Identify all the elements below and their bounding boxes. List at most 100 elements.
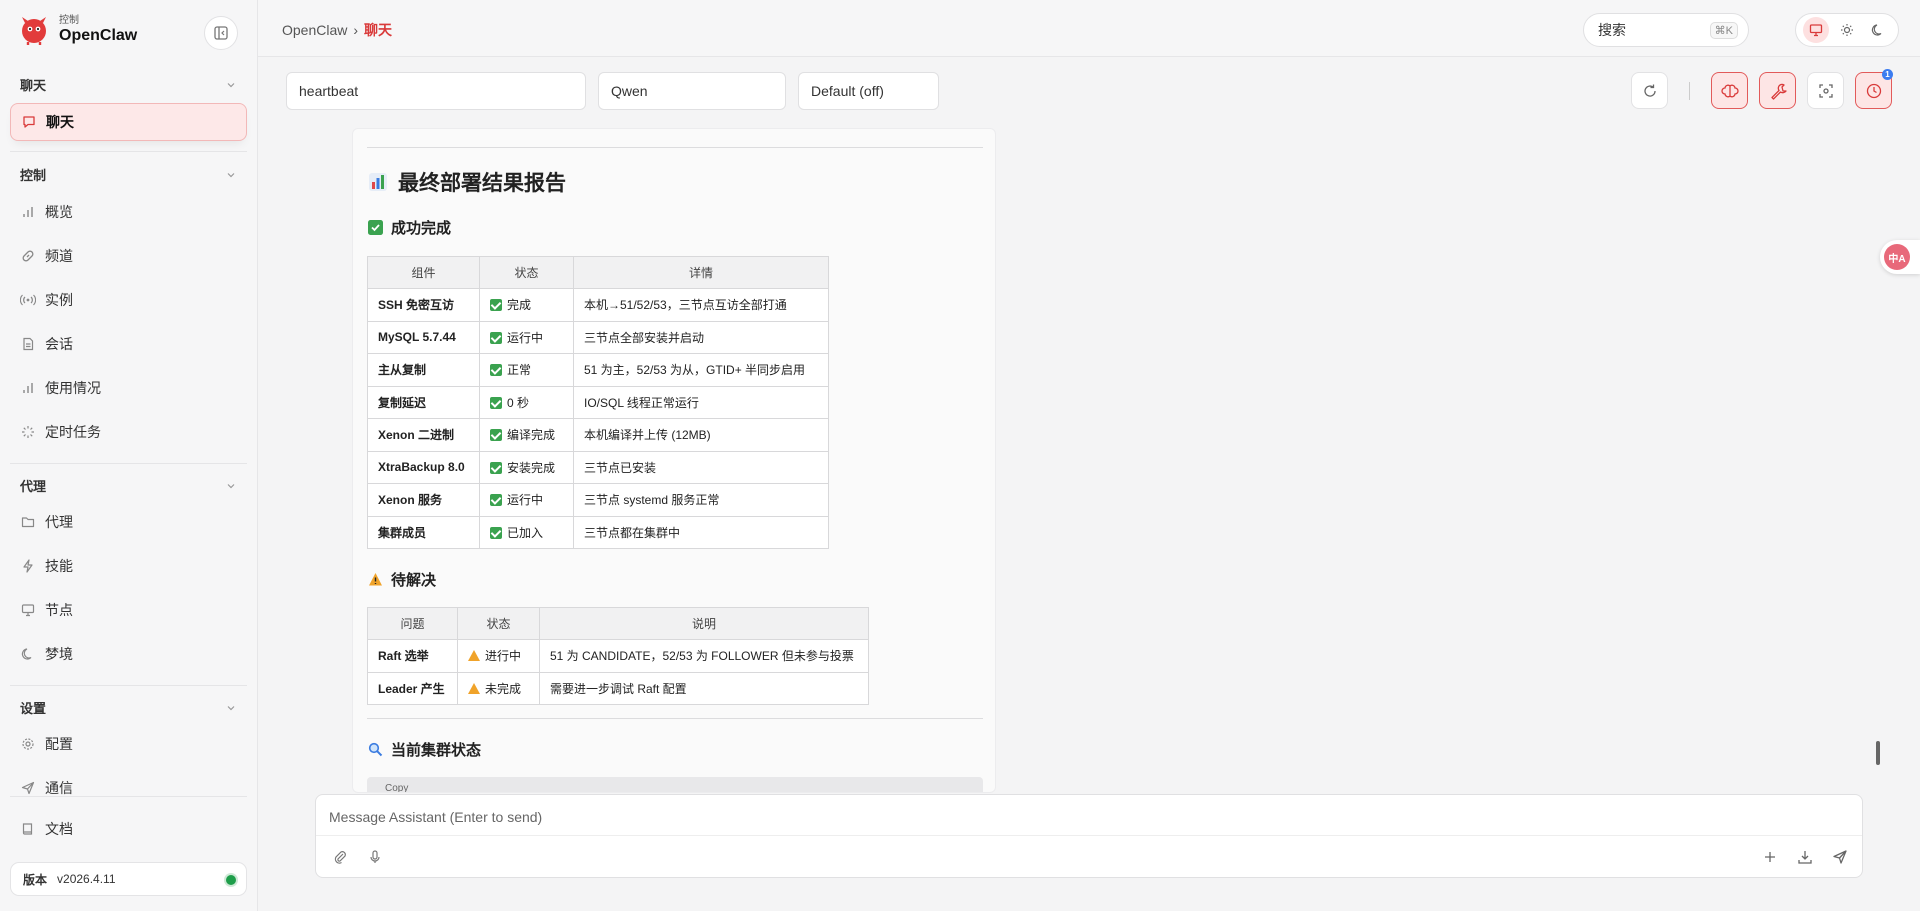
theme-light-button[interactable]	[1834, 17, 1860, 43]
component-cell: SSH 免密互访	[367, 288, 480, 322]
theme-system-button[interactable]	[1802, 17, 1829, 43]
search-shortcut: ⌘K	[1709, 22, 1738, 39]
note-cell: 51 为 CANDIDATE，52/53 为 FOLLOWER 但未参与投票	[539, 639, 869, 673]
table-row: 复制延迟 0 秒 IO/SQL 线程正常运行	[367, 385, 829, 419]
check-mark-emoji-icon	[368, 220, 383, 235]
copy-code-button[interactable]: Copy	[367, 777, 983, 792]
nav-group-chat[interactable]: 聊天	[20, 75, 236, 94]
theme-dark-button[interactable]	[1865, 17, 1891, 43]
sidebar-item-sessions[interactable]: 会话	[10, 325, 247, 363]
chevron-down-icon	[227, 172, 235, 177]
nav-group-settings[interactable]: 设置	[20, 698, 236, 717]
sidebar-item-docs[interactable]: 文档	[10, 810, 247, 848]
nav-group-agent[interactable]: 代理	[20, 476, 236, 495]
issue-cell: Leader 产生	[367, 671, 458, 705]
brain-icon	[1720, 84, 1739, 97]
translate-icon: 中A	[1884, 244, 1910, 270]
voice-input-button[interactable]	[364, 846, 386, 868]
nav-group-control[interactable]: 控制	[20, 165, 236, 184]
detail-cell: IO/SQL 线程正常运行	[573, 385, 829, 419]
detail-cell: 本机编译并上传 (12MB)	[573, 418, 829, 452]
refresh-icon	[1643, 84, 1656, 97]
focus-mode-button[interactable]	[1807, 72, 1844, 109]
search-input[interactable]: 搜索 ⌘K	[1583, 13, 1749, 47]
table-row: Raft 选举 进行中 51 为 CANDIDATE，52/53 为 FOLLO…	[367, 639, 869, 673]
divider	[367, 147, 983, 148]
sidebar-item-cron[interactable]: 定时任务	[10, 413, 247, 451]
column-header: 状态	[457, 607, 540, 640]
sidebar-item-channels[interactable]: 频道	[10, 237, 247, 275]
scheduled-tasks-button[interactable]: 1	[1855, 69, 1893, 109]
sidebar-item-config[interactable]: 配置	[10, 725, 247, 763]
status-cell: 进行中	[457, 639, 540, 673]
sidebar-item-dreams[interactable]: 梦境	[10, 635, 247, 673]
status-text: 完成	[507, 298, 532, 313]
sidebar-item-label: 配置	[45, 736, 73, 752]
nav-group-label: 代理	[20, 479, 47, 494]
sidebar-item-label: 技能	[45, 558, 73, 574]
session-select[interactable]: heartbeat	[286, 72, 586, 110]
bar-chart-emoji-icon	[369, 173, 387, 191]
wrench-icon	[1770, 83, 1787, 100]
column-header: 详情	[573, 256, 829, 289]
sidebar-item-label: 聊天	[46, 114, 74, 130]
scrollbar-thumb[interactable]	[1876, 741, 1880, 765]
divider	[10, 151, 247, 152]
openclaw-logo-icon	[22, 17, 46, 45]
top-bar: OpenClaw › 聊天 搜索 ⌘K	[258, 0, 1920, 57]
sidebar-item-skills[interactable]: 技能	[10, 547, 247, 585]
new-session-button[interactable]	[1759, 846, 1781, 868]
sidebar-item-comms[interactable]: 通信	[10, 769, 247, 807]
status-cell: 正常	[479, 353, 574, 387]
book-icon	[20, 821, 36, 837]
sidebar-item-instances[interactable]: 实例	[10, 281, 247, 319]
sidebar-item-chat[interactable]: 聊天	[10, 103, 247, 141]
report-title-text: 最终部署结果报告	[398, 172, 566, 195]
version-label: 版本	[23, 872, 48, 887]
issue-cell: Raft 选举	[367, 639, 458, 673]
cluster-heading-text: 当前集群状态	[391, 742, 482, 759]
sidebar-item-label: 概览	[45, 204, 73, 220]
sidebar-item-usage[interactable]: 使用情况	[10, 369, 247, 407]
breadcrumb-current: 聊天	[364, 22, 393, 38]
export-button[interactable]	[1794, 846, 1816, 868]
table-row: 集群成员 已加入 三节点都在集群中	[367, 515, 829, 549]
clock-icon	[1866, 83, 1881, 98]
status-cell: 运行中	[479, 320, 574, 354]
collapse-sidebar-button[interactable]	[204, 16, 238, 50]
refresh-button[interactable]	[1631, 72, 1668, 109]
send-icon	[20, 780, 36, 796]
sidebar-item-overview[interactable]: 概览	[10, 193, 247, 231]
status-text: 运行中	[507, 330, 544, 345]
moon-icon	[1872, 24, 1882, 36]
warning-icon	[468, 650, 480, 662]
breadcrumb-root[interactable]: OpenClaw	[282, 22, 347, 38]
pending-heading: 待解决	[368, 569, 436, 590]
translate-widget[interactable]: 中A	[1880, 240, 1920, 274]
status-cell: 完成	[479, 288, 574, 322]
table-row: Xenon 二进制 编译完成 本机编译并上传 (12MB)	[367, 418, 829, 452]
sidebar-item-agents[interactable]: 代理	[10, 503, 247, 541]
message-input[interactable]: Message Assistant (Enter to send)	[329, 809, 542, 825]
tools-toggle-button[interactable]	[1759, 72, 1796, 109]
plus-icon	[1765, 852, 1775, 862]
search-label: 搜索	[1598, 22, 1626, 38]
send-button[interactable]	[1829, 846, 1851, 868]
sidebar-item-nodes[interactable]: 节点	[10, 591, 247, 629]
status-text: 0 秒	[507, 395, 530, 410]
model-select[interactable]: Qwen	[598, 72, 786, 110]
status-cell: 未完成	[457, 671, 540, 705]
thinking-select[interactable]: Default (off)	[798, 72, 939, 110]
monitor-icon	[20, 602, 36, 618]
broadcast-icon	[20, 292, 36, 308]
detail-cell: 三节点全部安装并启动	[573, 320, 829, 354]
check-icon	[490, 331, 502, 344]
lightning-icon	[20, 558, 36, 574]
status-text: 正常	[507, 363, 532, 378]
attach-button[interactable]	[329, 846, 351, 868]
document-icon	[20, 336, 36, 352]
brand[interactable]: 控制 OpenClaw	[18, 14, 137, 46]
thinking-toggle-button[interactable]	[1711, 72, 1748, 109]
divider	[316, 835, 1862, 836]
status-cell: 编译完成	[479, 418, 574, 452]
